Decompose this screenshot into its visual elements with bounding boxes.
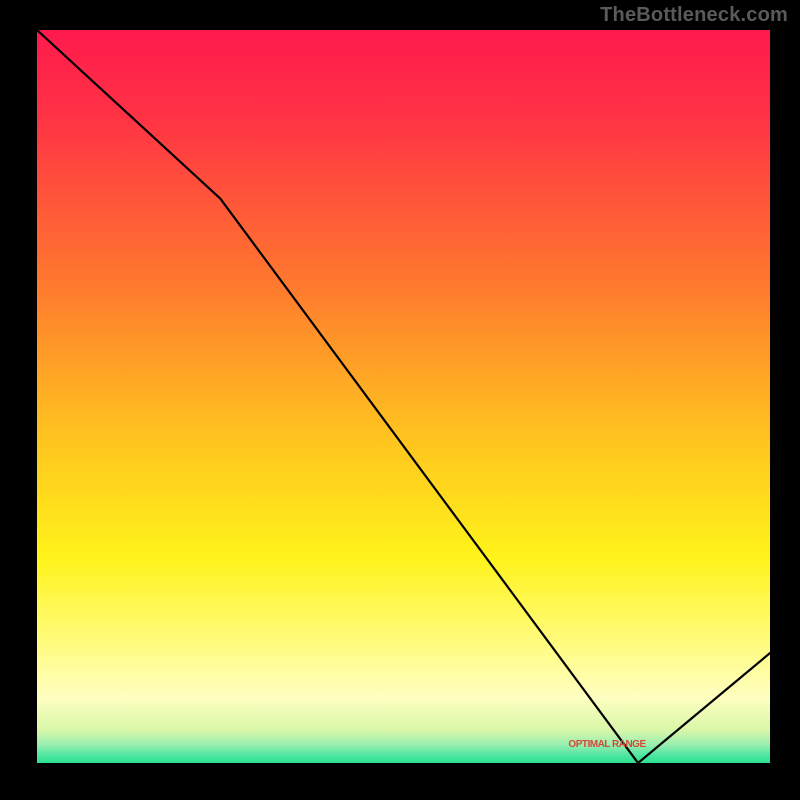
optimal-range-label: OPTIMAL RANGE bbox=[568, 739, 645, 750]
curve-layer bbox=[37, 30, 770, 763]
watermark-text: TheBottleneck.com bbox=[600, 4, 788, 27]
plot-area: OPTIMAL RANGE bbox=[37, 30, 770, 763]
chart-container: TheBottleneck.com OPTIMAL RANGE bbox=[0, 0, 800, 800]
bottleneck-curve bbox=[37, 30, 770, 763]
